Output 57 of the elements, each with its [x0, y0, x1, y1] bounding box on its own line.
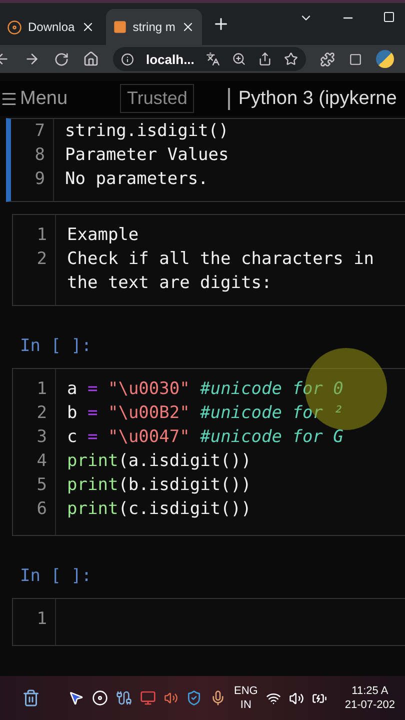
- wifi-icon[interactable]: [266, 690, 281, 706]
- clock[interactable]: 11:25 A 21-07-202: [344, 684, 395, 712]
- code-line: Example: [66, 224, 140, 247]
- record-icon[interactable]: [92, 690, 108, 706]
- profile-avatar[interactable]: [376, 50, 394, 68]
- cell-prompt: In [ ]:: [20, 336, 92, 356]
- line-number: 1: [36, 224, 48, 247]
- shield-icon[interactable]: [186, 690, 202, 706]
- line-number: 1: [36, 378, 48, 401]
- line-number: 4: [36, 450, 48, 473]
- code-line: c = "\u0047" #unicode for G: [66, 426, 344, 449]
- info-icon: [121, 52, 134, 66]
- recycle-bin-icon[interactable]: [22, 689, 40, 707]
- code-line: print(a.isdigit()): [66, 450, 252, 473]
- cell-prompt: In [ ]:: [20, 566, 92, 586]
- line-number: 2: [36, 402, 48, 425]
- monitor-icon[interactable]: [140, 690, 156, 706]
- code-line: print(c.isdigit()): [66, 498, 252, 521]
- line-number: 9: [34, 168, 46, 191]
- speaker-icon[interactable]: [164, 691, 178, 705]
- line-number: 8: [34, 144, 46, 167]
- maximize-icon[interactable]: [383, 11, 395, 23]
- star-icon[interactable]: [284, 52, 298, 66]
- browser-tab[interactable]: Downloa: [0, 9, 102, 45]
- line-number: 5: [36, 474, 48, 497]
- markdown-cell[interactable]: 7 string.isdigit() 8 Parameter Values 9 No parameters.: [6, 118, 405, 202]
- plug-icon[interactable]: [116, 690, 132, 706]
- code-line: No parameters.: [64, 168, 210, 191]
- home-icon[interactable]: [83, 51, 99, 67]
- zoom-icon[interactable]: [232, 52, 246, 66]
- address-bar[interactable]: localh...: [113, 47, 306, 71]
- kernel-name: Python 3 (ipykerne: [228, 88, 397, 110]
- line-number: 2: [36, 248, 48, 271]
- code-line: Check if all the characters in the text are digits:: [66, 248, 376, 295]
- side-panel-icon[interactable]: [349, 52, 362, 66]
- code-cell[interactable]: 1: [12, 598, 405, 646]
- translate-icon[interactable]: [206, 52, 220, 66]
- menu-button[interactable]: Menu: [0, 88, 120, 110]
- language-indicator[interactable]: ENG IN: [234, 684, 258, 712]
- extensions-icon[interactable]: [320, 52, 336, 66]
- forward-icon[interactable]: [24, 51, 40, 67]
- code-line: print(b.isdigit()): [66, 474, 252, 497]
- browser-tab[interactable]: string m: [106, 9, 202, 45]
- code-line: Parameter Values: [64, 144, 230, 167]
- pointer-icon[interactable]: [68, 690, 84, 706]
- trusted-button[interactable]: Trusted: [120, 84, 194, 113]
- code-line: b = "\u00B2" #unicode for ²: [66, 402, 344, 425]
- line-number: 3: [36, 426, 48, 449]
- line-number: 1: [36, 608, 48, 631]
- code-line: string.isdigit(): [64, 120, 230, 143]
- microphone-icon[interactable]: [210, 690, 226, 706]
- volume-icon[interactable]: [288, 690, 304, 706]
- line-number: 6: [36, 498, 48, 521]
- share-icon[interactable]: [258, 52, 272, 66]
- reload-icon[interactable]: [54, 52, 69, 66]
- markdown-cell[interactable]: 1 Example 2 Check if all the characters in the text are digits:: [12, 214, 405, 306]
- line-number: 7: [34, 120, 46, 143]
